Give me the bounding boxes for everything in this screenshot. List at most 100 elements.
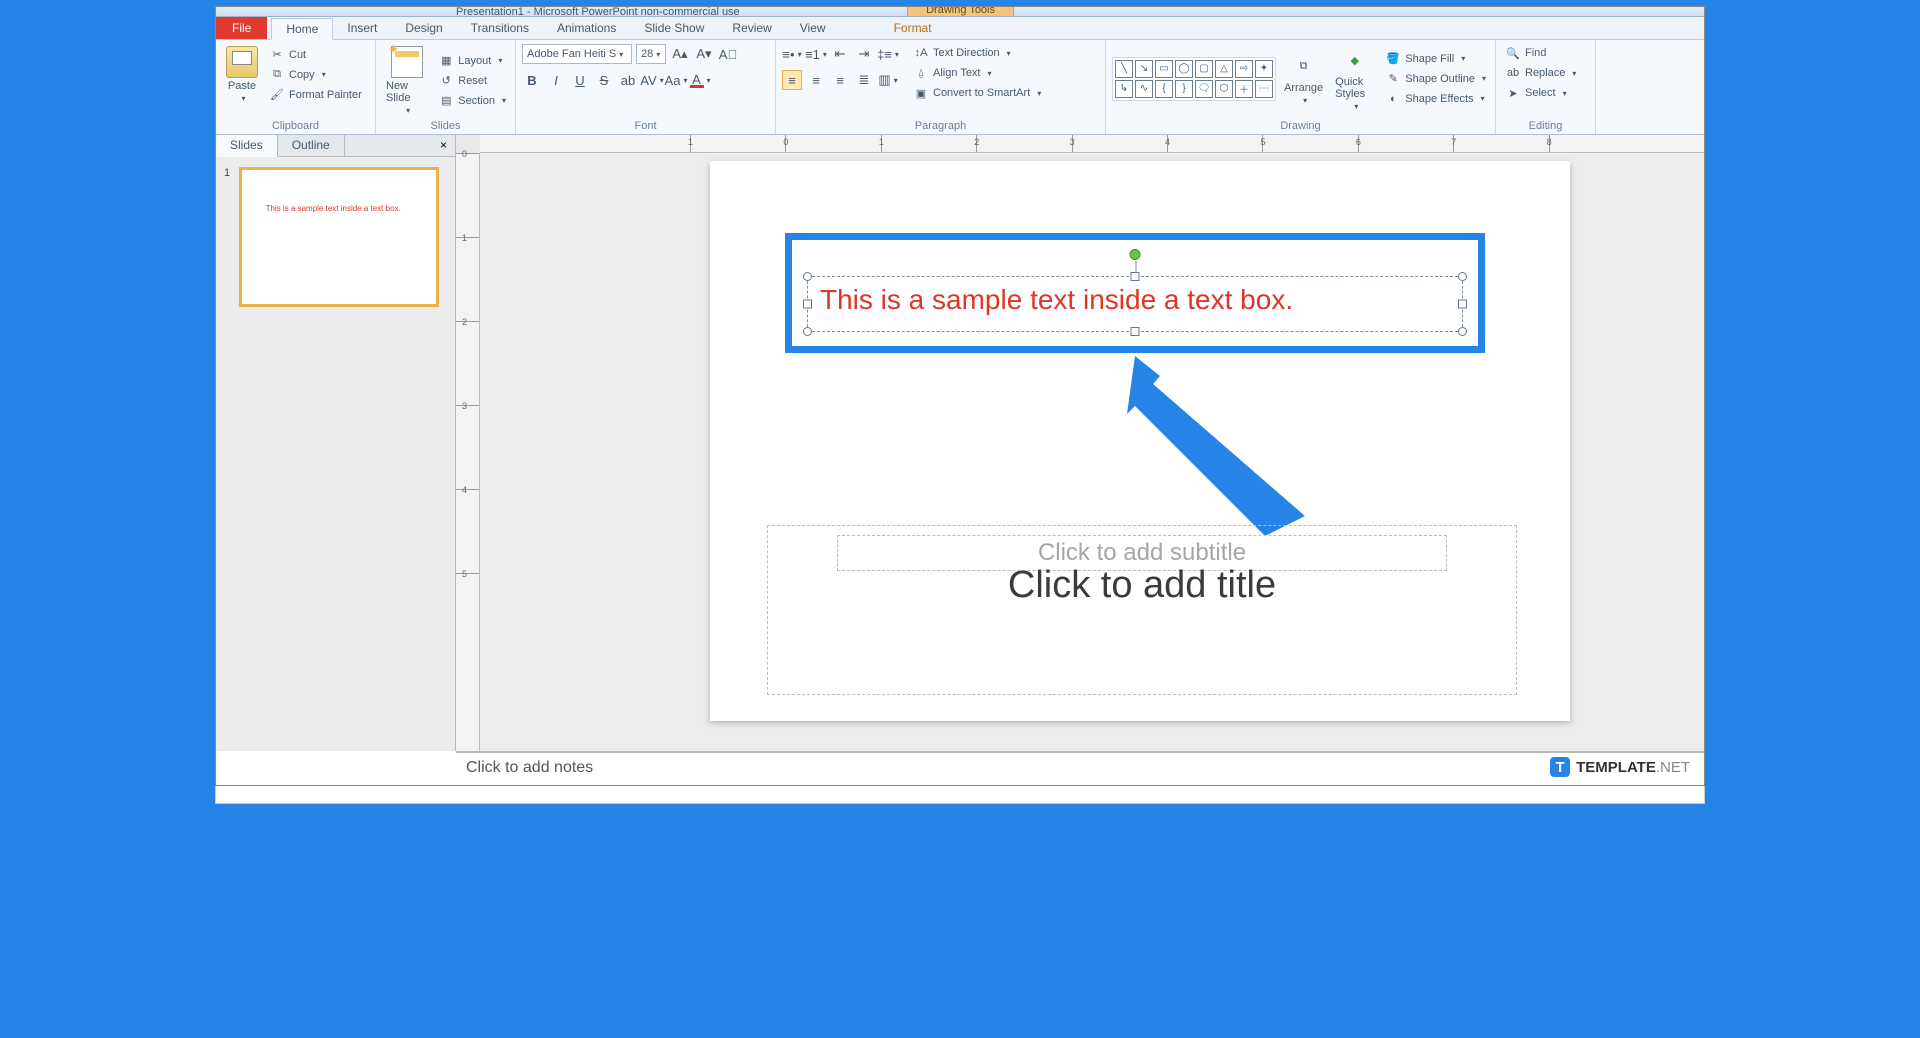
replace-button[interactable]: abReplace [1502,64,1589,82]
section-icon: ▤ [438,93,454,109]
shapes-gallery[interactable]: ╲ ↘ ▭ ◯ ▢ △ ⇨ ✦ ↳ ∿ { } 🗨 ⬡ ＋ ⋯ [1112,57,1276,101]
tab-review[interactable]: Review [718,17,785,39]
tab-file[interactable]: File [216,16,267,39]
text-direction-button[interactable]: ↕AText Direction [910,44,1044,62]
align-center-button[interactable]: ≡ [806,70,826,90]
justify-button[interactable]: ≣ [854,70,874,90]
shape-rect-icon[interactable]: ▭ [1155,60,1173,78]
columns-button[interactable]: ▥ [878,70,898,90]
tab-format[interactable]: Format [880,17,946,39]
slide-canvas[interactable]: This is a sample text inside a text box.… [480,153,1704,751]
shrink-font-button[interactable]: A▾ [694,44,714,64]
cursor-icon: ➤ [1505,85,1521,101]
shape-line-icon[interactable]: ╲ [1115,60,1133,78]
resize-handle-sw[interactable] [803,327,812,336]
copy-button[interactable]: ⧉Copy [266,66,365,84]
font-size-select[interactable]: 28 [636,44,666,64]
ribbon-tabs: File Home Insert Design Transitions Anim… [216,17,1704,40]
shape-more-icon[interactable]: ⋯ [1255,80,1273,98]
paste-button[interactable]: Paste [222,44,262,105]
bold-button[interactable]: B [522,70,542,90]
shape-oval-icon[interactable]: ◯ [1175,60,1193,78]
align-right-button[interactable]: ≡ [830,70,850,90]
textbox-content[interactable]: This is a sample text inside a text box. [820,284,1293,316]
shape-roundrect-icon[interactable]: ▢ [1195,60,1213,78]
tab-design[interactable]: Design [391,17,456,39]
reset-icon: ↺ [438,73,454,89]
resize-handle-s[interactable] [1131,327,1140,336]
resize-handle-w[interactable] [803,300,812,309]
shape-callout-icon[interactable]: 🗨 [1195,80,1213,98]
shape-star-icon[interactable]: ✦ [1255,60,1273,78]
char-spacing-button[interactable]: AV [642,70,662,90]
slide[interactable]: This is a sample text inside a text box.… [710,161,1570,721]
effects-icon: ◐ [1385,91,1401,107]
slide-thumbnail-1[interactable]: This is a sample text inside a text box. [239,167,439,307]
tab-animations[interactable]: Animations [543,17,630,39]
shape-outline-button[interactable]: ✎Shape Outline [1382,70,1489,88]
tab-view[interactable]: View [786,17,840,39]
select-button[interactable]: ➤Select [1502,84,1589,102]
shape-hex-icon[interactable]: ⬡ [1215,80,1233,98]
change-case-button[interactable]: Aa [666,70,686,90]
shape-curve-icon[interactable]: ∿ [1135,80,1153,98]
notes-pane[interactable]: Click to add notes [456,751,1704,785]
increase-indent-button[interactable]: ⇥ [854,44,874,64]
convert-smartart-button[interactable]: ▣Convert to SmartArt [910,84,1044,102]
status-bar [215,786,1705,804]
side-tab-outline[interactable]: Outline [278,135,345,156]
section-button[interactable]: ▤Section [435,92,509,110]
shape-rarrow-icon[interactable]: ⇨ [1235,60,1253,78]
side-tab-slides[interactable]: Slides [216,135,278,157]
underline-button[interactable]: U [570,70,590,90]
close-panel-button[interactable]: × [432,135,455,156]
bullets-button[interactable]: ≡• [782,44,802,64]
smartart-icon: ▣ [913,85,929,101]
group-label-slides: Slides [382,120,509,132]
shape-effects-button[interactable]: ◐Shape Effects [1382,90,1489,108]
font-name-select[interactable]: Adobe Fan Heiti S [522,44,632,64]
resize-handle-n[interactable] [1131,272,1140,281]
italic-button[interactable]: I [546,70,566,90]
shape-arrow-icon[interactable]: ↘ [1135,60,1153,78]
new-slide-button[interactable]: New Slide [382,44,431,117]
resize-handle-ne[interactable] [1458,272,1467,281]
replace-icon: ab [1505,65,1521,81]
tab-slideshow[interactable]: Slide Show [630,17,718,39]
clear-formatting-button[interactable]: A⃠ [718,44,738,64]
shape-brace-icon[interactable]: { [1155,80,1173,98]
strikethrough-button[interactable]: S [594,70,614,90]
reset-button[interactable]: ↺Reset [435,72,509,90]
title-placeholder[interactable]: Click to add title [767,525,1517,695]
resize-handle-se[interactable] [1458,327,1467,336]
resize-handle-nw[interactable] [803,272,812,281]
tab-insert[interactable]: Insert [333,17,391,39]
new-slide-icon [391,46,423,78]
shape-connector-icon[interactable]: ↳ [1115,80,1133,98]
align-left-button[interactable]: ≡ [782,70,802,90]
grow-font-button[interactable]: A▴ [670,44,690,64]
shape-fill-button[interactable]: 🪣Shape Fill [1382,50,1489,68]
horizontal-ruler[interactable]: 1 0 1 2 3 4 5 6 7 8 [480,135,1704,153]
font-color-button[interactable]: A [690,70,710,90]
shape-brace2-icon[interactable]: } [1175,80,1193,98]
quick-styles-button[interactable]: ◆Quick Styles [1331,44,1378,113]
numbering-button[interactable]: ≡1 [806,44,826,64]
align-text-button[interactable]: ⍙Align Text [910,64,1044,82]
line-spacing-button[interactable]: ‡≡ [878,44,898,64]
arrange-button[interactable]: ⧉Arrange [1280,50,1327,107]
vertical-ruler[interactable]: 0 1 2 3 4 5 [456,153,480,751]
scissors-icon: ✂ [269,47,285,63]
resize-handle-e[interactable] [1458,300,1467,309]
layout-button[interactable]: ▦Layout [435,52,509,70]
rotate-handle[interactable] [1130,249,1141,260]
cut-button[interactable]: ✂Cut [266,46,365,64]
shadow-button[interactable]: ab [618,70,638,90]
format-painter-button[interactable]: 🖌Format Painter [266,86,365,104]
shape-triangle-icon[interactable]: △ [1215,60,1233,78]
tab-transitions[interactable]: Transitions [457,17,543,39]
find-button[interactable]: 🔍Find [1502,44,1589,62]
decrease-indent-button[interactable]: ⇤ [830,44,850,64]
tab-home[interactable]: Home [271,18,333,40]
shape-plus-icon[interactable]: ＋ [1235,80,1253,98]
